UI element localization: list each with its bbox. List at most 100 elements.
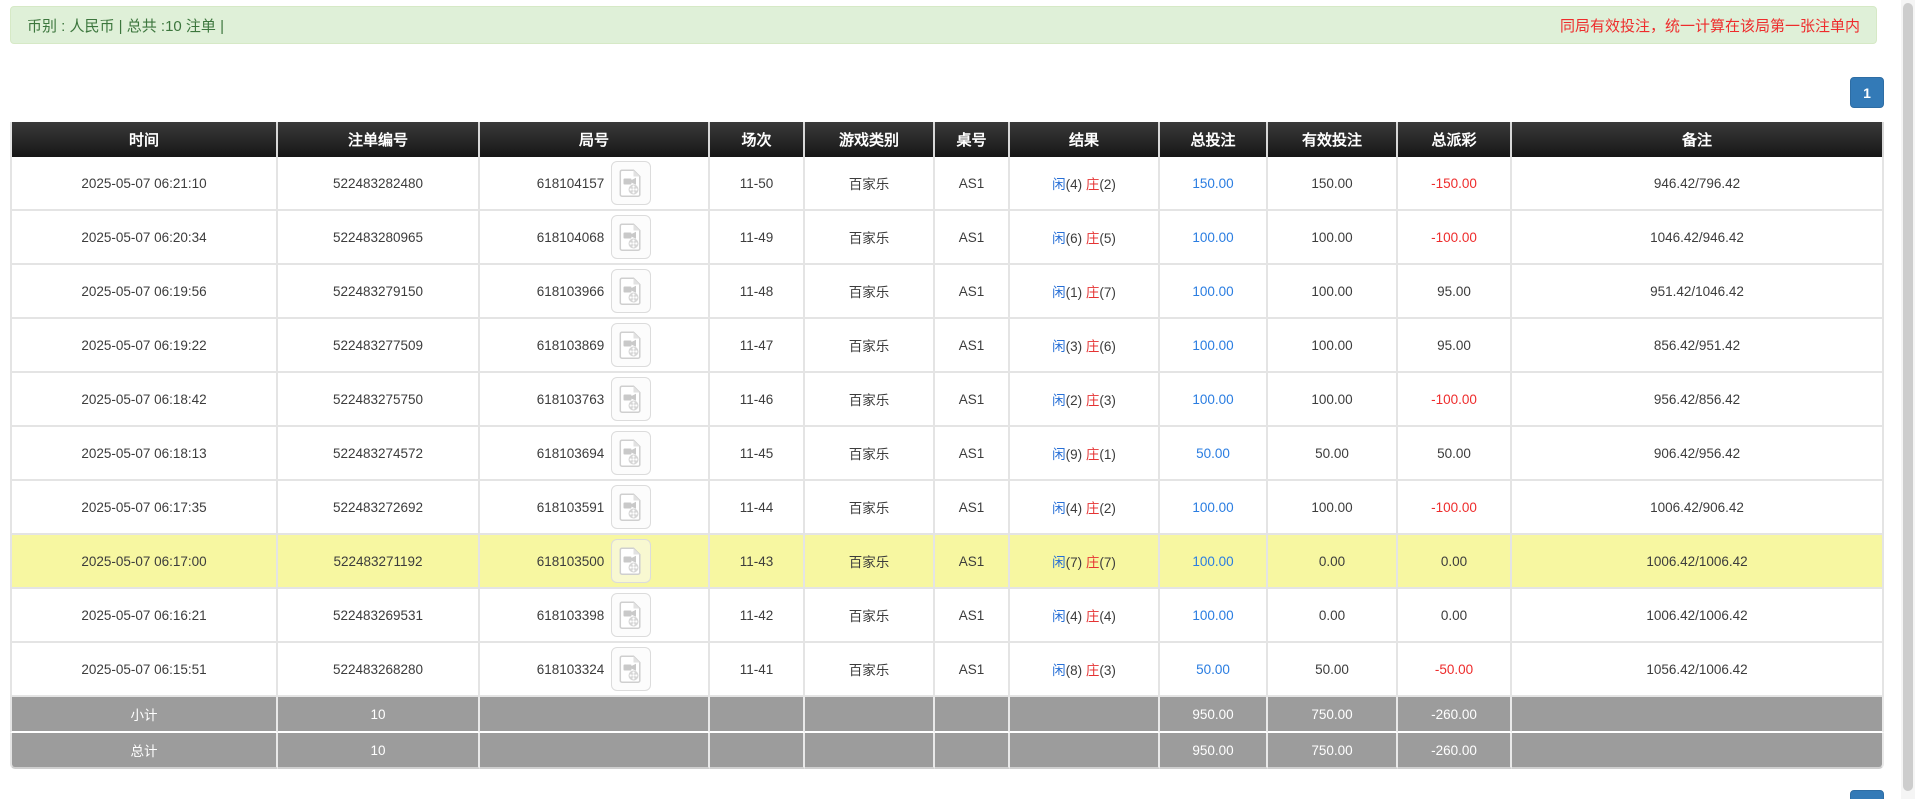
- time-cell: 2025-05-07 06:20:34: [10, 211, 278, 265]
- total-bet-link[interactable]: 100.00: [1192, 392, 1233, 407]
- round-no-cell: 618103324: [480, 643, 710, 697]
- banker-result-label: 庄: [1086, 501, 1100, 516]
- total-bet-link[interactable]: 50.00: [1196, 662, 1230, 677]
- total-bet-cell[interactable]: 50.00: [1160, 643, 1268, 697]
- subtotal-row-remark: [1512, 697, 1884, 733]
- game-type-cell: 百家乐: [805, 373, 935, 427]
- total-bet-cell[interactable]: 100.00: [1160, 535, 1268, 589]
- video-replay-button[interactable]: [611, 593, 651, 637]
- valid-bet-cell: 100.00: [1268, 373, 1398, 427]
- session-cell: 11-46: [710, 373, 805, 427]
- table-no-cell: AS1: [935, 427, 1010, 481]
- player-result-count: (9): [1066, 447, 1083, 462]
- total-bet-cell[interactable]: 150.00: [1160, 157, 1268, 211]
- video-replay-button[interactable]: [611, 539, 651, 583]
- table-no-cell: AS1: [935, 643, 1010, 697]
- header-table-no: 桌号: [935, 122, 1010, 157]
- total-bet-cell[interactable]: 100.00: [1160, 211, 1268, 265]
- session-cell: 11-41: [710, 643, 805, 697]
- total-bet-link[interactable]: 50.00: [1196, 446, 1230, 461]
- video-replay-button[interactable]: [611, 431, 651, 475]
- banker-result-count: (2): [1099, 177, 1116, 192]
- video-replay-icon: [619, 601, 643, 629]
- total-bet-cell[interactable]: 100.00: [1160, 373, 1268, 427]
- bet-row: 2025-05-07 06:19:56522483279150618103966…: [10, 265, 1884, 319]
- vertical-scrollbar[interactable]: [1901, 0, 1915, 799]
- total-bet-link[interactable]: 100.00: [1192, 230, 1233, 245]
- total-bet-cell[interactable]: 100.00: [1160, 319, 1268, 373]
- header-total-bet: 总投注: [1160, 122, 1268, 157]
- total-bet-link[interactable]: 100.00: [1192, 338, 1233, 353]
- bet-id-cell: 522483275750: [278, 373, 480, 427]
- header-result: 结果: [1010, 122, 1160, 157]
- time-cell: 2025-05-07 06:17:00: [10, 535, 278, 589]
- valid-bet-cell: 0.00: [1268, 589, 1398, 643]
- video-replay-icon: [619, 439, 643, 467]
- total-row-empty-cell: [480, 733, 710, 769]
- player-result-label: 闲: [1052, 339, 1066, 354]
- round-no-cell: 618103966: [480, 265, 710, 319]
- scrollbar-thumb[interactable]: [1903, 3, 1913, 791]
- remark-cell: 956.42/856.42: [1512, 373, 1884, 427]
- player-result-label: 闲: [1052, 447, 1066, 462]
- total-bet-link[interactable]: 150.00: [1192, 176, 1233, 191]
- time-cell: 2025-05-07 06:19:22: [10, 319, 278, 373]
- video-replay-button[interactable]: [611, 485, 651, 529]
- bet-id-cell: 522483277509: [278, 319, 480, 373]
- player-result-count: (8): [1066, 663, 1083, 678]
- bet-records-table: 时间注单编号局号场次游戏类别桌号结果总投注有效投注总派彩备注 2025-05-0…: [10, 122, 1884, 769]
- video-replay-button[interactable]: [611, 269, 651, 313]
- page-button-1-bottom[interactable]: 1: [1850, 790, 1884, 799]
- time-cell: 2025-05-07 06:18:13: [10, 427, 278, 481]
- video-replay-icon: [619, 385, 643, 413]
- bet-id-cell: 522483282480: [278, 157, 480, 211]
- banker-result-count: (6): [1099, 339, 1116, 354]
- player-result-label: 闲: [1052, 285, 1066, 300]
- remark-cell: 906.42/956.42: [1512, 427, 1884, 481]
- bet-row: 2025-05-07 06:18:42522483275750618103763…: [10, 373, 1884, 427]
- player-result-count: (7): [1066, 555, 1083, 570]
- video-replay-icon: [619, 331, 643, 359]
- total-bet-cell[interactable]: 100.00: [1160, 481, 1268, 535]
- table-no-cell: AS1: [935, 157, 1010, 211]
- total-bet-link[interactable]: 100.00: [1192, 500, 1233, 515]
- round-no-text: 618103694: [537, 446, 605, 461]
- video-replay-button[interactable]: [611, 647, 651, 691]
- total-bet-link[interactable]: 100.00: [1192, 554, 1233, 569]
- total-bet-cell[interactable]: 100.00: [1160, 265, 1268, 319]
- subtotal-row-valid-bet: 750.00: [1268, 697, 1398, 733]
- result-cell: 闲(3) 庄(6): [1010, 319, 1160, 373]
- round-no-text: 618104157: [537, 176, 605, 191]
- video-replay-icon: [619, 655, 643, 683]
- bet-row: 2025-05-07 06:16:21522483269531618103398…: [10, 589, 1884, 643]
- player-result-count: (3): [1066, 339, 1083, 354]
- result-cell: 闲(2) 庄(3): [1010, 373, 1160, 427]
- bet-id-cell: 522483271192: [278, 535, 480, 589]
- round-no-text: 618103398: [537, 608, 605, 623]
- time-cell: 2025-05-07 06:15:51: [10, 643, 278, 697]
- subtotal-row-empty-cell: [935, 697, 1010, 733]
- video-replay-button[interactable]: [611, 323, 651, 367]
- total-row-count: 10: [278, 733, 480, 769]
- player-result-label: 闲: [1052, 177, 1066, 192]
- player-result-label: 闲: [1052, 609, 1066, 624]
- player-result-label: 闲: [1052, 663, 1066, 678]
- video-replay-button[interactable]: [611, 215, 651, 259]
- video-replay-button[interactable]: [611, 377, 651, 421]
- round-no-cell: 618103591: [480, 481, 710, 535]
- header-round-no: 局号: [480, 122, 710, 157]
- video-replay-button[interactable]: [611, 161, 651, 205]
- total-bet-link[interactable]: 100.00: [1192, 608, 1233, 623]
- total-bet-cell[interactable]: 100.00: [1160, 589, 1268, 643]
- game-type-cell: 百家乐: [805, 535, 935, 589]
- remark-cell: 1046.42/946.42: [1512, 211, 1884, 265]
- total-row: 总计10950.00750.00-260.00: [10, 733, 1884, 769]
- valid-bet-cell: 100.00: [1268, 319, 1398, 373]
- payout-cell: 95.00: [1398, 319, 1512, 373]
- page-button-1-top[interactable]: 1: [1850, 77, 1884, 108]
- total-bet-link[interactable]: 100.00: [1192, 284, 1233, 299]
- round-no-cell: 618103694: [480, 427, 710, 481]
- currency-summary-text: 币别 : 人民币 | 总共 :10 注单 |: [27, 15, 224, 36]
- total-bet-cell[interactable]: 50.00: [1160, 427, 1268, 481]
- table-no-cell: AS1: [935, 589, 1010, 643]
